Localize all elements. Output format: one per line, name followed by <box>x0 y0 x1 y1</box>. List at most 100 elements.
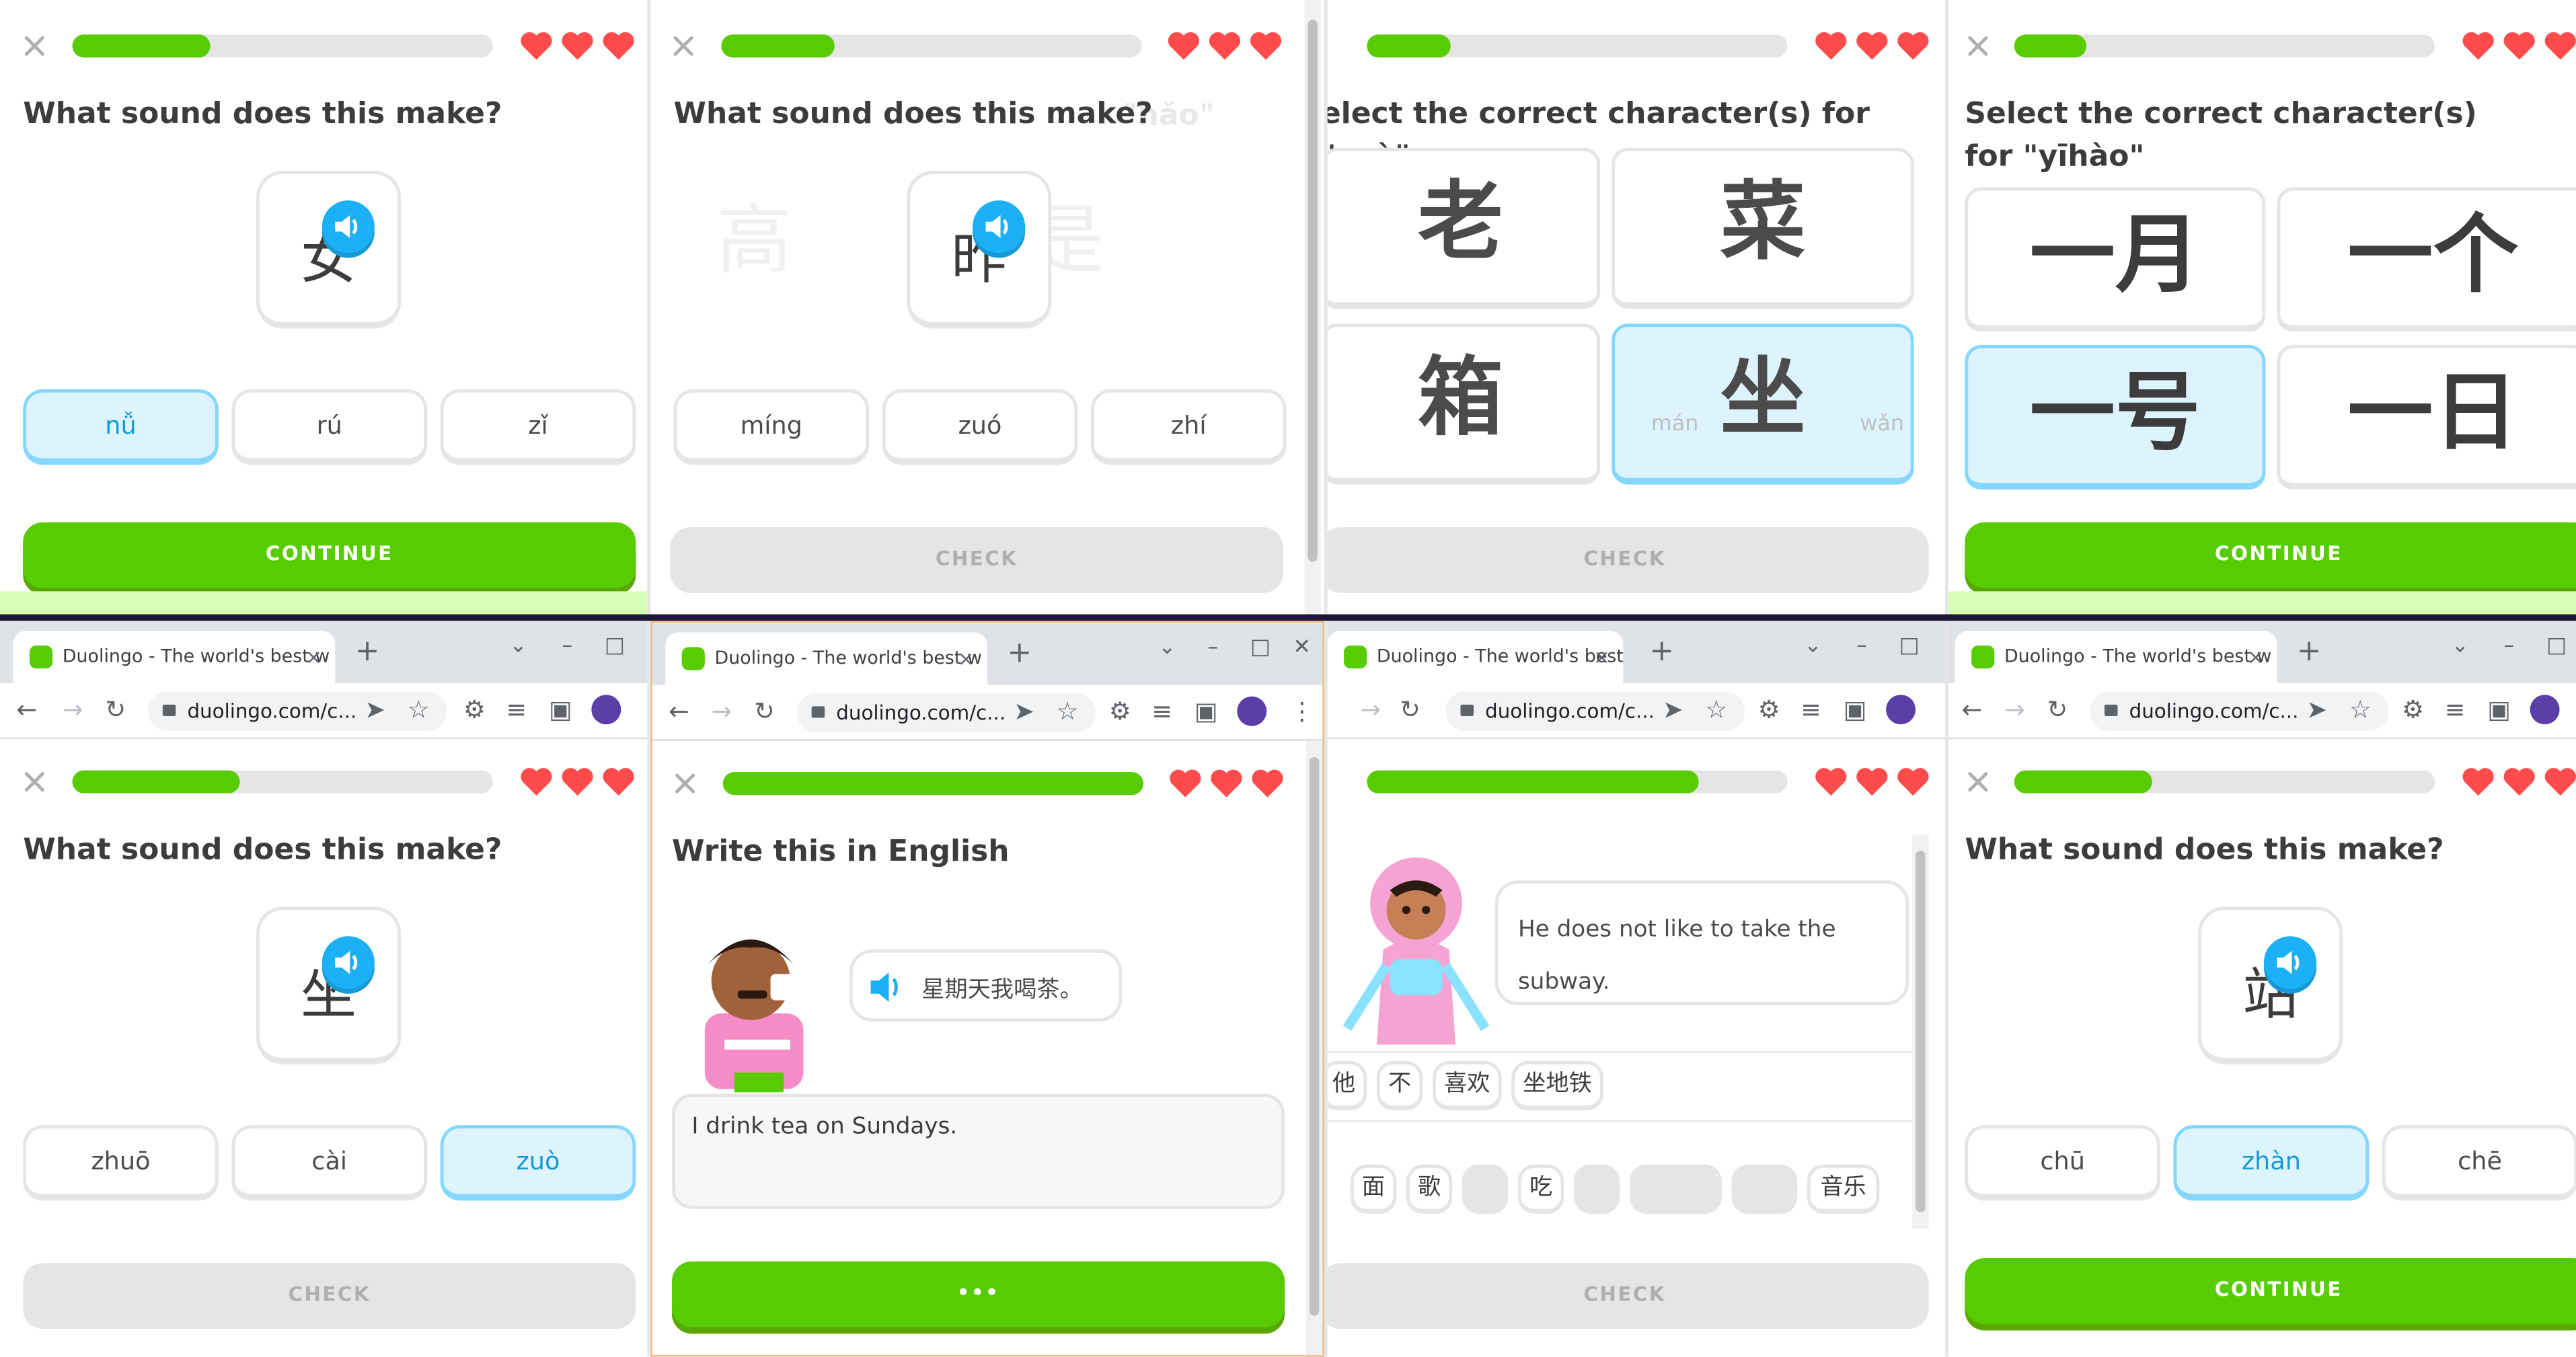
tab-close-icon[interactable]: × <box>1593 631 1610 683</box>
check-button[interactable]: CHECK <box>23 1263 636 1329</box>
reload-icon[interactable]: ↻ <box>105 695 126 724</box>
close-icon[interactable] <box>22 33 48 59</box>
extensions-icon[interactable]: ⚙ <box>1109 697 1131 726</box>
tab-search-icon[interactable]: ⌄ <box>509 634 527 659</box>
character-tile[interactable]: 坐 mán wǎn <box>1612 323 1914 485</box>
minimize-icon[interactable]: – <box>2504 634 2515 659</box>
minimize-icon[interactable]: – <box>562 634 572 659</box>
check-button[interactable]: CHECK <box>1327 527 1929 593</box>
tab-close-icon[interactable]: × <box>305 631 322 683</box>
new-tab-button[interactable]: + <box>355 631 380 674</box>
check-button[interactable]: CHECK <box>1327 1263 1929 1329</box>
new-tab-button[interactable]: + <box>1007 632 1032 675</box>
browser-tab[interactable]: Duolingo - The world's best w × <box>13 630 336 684</box>
browser-tab[interactable]: Duolingo - The world's best w × <box>1955 630 2277 684</box>
option-button[interactable]: chē <box>2382 1125 2576 1201</box>
forward-arrow-icon[interactable]: → <box>1360 695 1381 724</box>
close-icon[interactable] <box>1965 33 1991 59</box>
character-tile[interactable]: 一日 <box>2277 344 2576 490</box>
profile-avatar[interactable] <box>591 695 621 725</box>
menu-icon[interactable]: ⋮ <box>1289 697 1314 726</box>
scrollbar[interactable] <box>1304 0 1321 615</box>
forward-arrow-icon[interactable]: → <box>2004 695 2025 724</box>
character-tile[interactable]: 一个 <box>2277 187 2576 332</box>
character-tile[interactable]: 箱 <box>1327 323 1601 485</box>
character-card[interactable]: 女 <box>256 171 401 329</box>
address-bar[interactable]: duolingo.com/c... <box>147 691 447 731</box>
sidepanel-icon[interactable]: ▣ <box>549 695 572 724</box>
option-button[interactable]: zǐ <box>440 389 636 465</box>
minimize-icon[interactable]: – <box>1207 635 1218 660</box>
speaker-icon[interactable] <box>321 200 375 254</box>
reload-icon[interactable]: ↻ <box>1400 695 1420 724</box>
answer-word-chip[interactable]: 他 <box>1327 1060 1367 1111</box>
tab-search-icon[interactable]: ⌄ <box>1158 635 1176 660</box>
character-tile[interactable]: 老 <box>1327 147 1601 309</box>
character-card[interactable]: 站 <box>2198 906 2343 1064</box>
bookmark-star-icon[interactable]: ☆ <box>408 695 430 724</box>
answer-word-chip[interactable]: 不 <box>1376 1060 1423 1111</box>
profile-avatar[interactable] <box>2530 695 2560 725</box>
reload-icon[interactable]: ↻ <box>754 697 775 726</box>
speaker-icon[interactable] <box>321 936 375 989</box>
bank-word-chip[interactable]: 面 <box>1350 1164 1397 1214</box>
character-tile[interactable]: 一号 <box>1965 344 2266 490</box>
browser-tab[interactable]: Duolingo - The world's best w × <box>1327 630 1624 684</box>
sidepanel-icon[interactable]: ▣ <box>1844 695 1867 724</box>
extensions-icon[interactable]: ⚙ <box>2402 695 2424 724</box>
answer-word-chip[interactable]: 坐地铁 <box>1511 1060 1603 1111</box>
close-window-icon[interactable]: ✕ <box>1293 635 1311 660</box>
extensions-icon[interactable]: ⚙ <box>1758 695 1780 724</box>
option-button[interactable]: zuò <box>440 1125 636 1201</box>
character-tile[interactable]: 菜 <box>1612 147 1914 309</box>
character-card[interactable]: 坐 <box>256 906 401 1064</box>
browser-tab[interactable]: Duolingo - The world's best w × <box>665 632 988 685</box>
back-arrow-icon[interactable]: ← <box>669 697 689 726</box>
sidepanel-icon[interactable]: ▣ <box>1195 697 1218 726</box>
maximize-icon[interactable]: □ <box>2546 634 2567 659</box>
submit-button[interactable]: ••• <box>672 1261 1285 1327</box>
check-button[interactable]: CHECK <box>670 527 1283 593</box>
address-bar[interactable]: duolingo.com/c... <box>1445 691 1745 731</box>
minimize-icon[interactable]: – <box>1856 634 1867 659</box>
option-button[interactable]: zhí <box>1090 389 1287 465</box>
media-icon[interactable]: ≡ <box>1151 697 1172 726</box>
continue-button[interactable]: CONTINUE <box>1965 522 2576 588</box>
forward-arrow-icon[interactable]: → <box>63 695 83 724</box>
bookmark-star-icon[interactable]: ☆ <box>1705 695 1727 724</box>
sidepanel-icon[interactable]: ▣ <box>2487 695 2511 724</box>
tab-close-icon[interactable]: × <box>958 632 975 685</box>
tab-search-icon[interactable]: ⌄ <box>1804 634 1822 659</box>
speaker-icon[interactable] <box>2263 936 2317 989</box>
media-icon[interactable]: ≡ <box>506 695 527 724</box>
tab-search-icon[interactable]: ⌄ <box>2451 634 2469 659</box>
media-icon[interactable]: ≡ <box>2445 695 2466 724</box>
send-icon[interactable]: ➤ <box>1663 695 1683 724</box>
option-button[interactable]: míng <box>673 389 870 465</box>
address-bar[interactable]: duolingo.com/c... <box>796 693 1096 733</box>
character-tile[interactable]: 一月 <box>1965 187 2266 332</box>
bank-word-chip[interactable]: 吃 <box>1517 1164 1564 1214</box>
bookmark-star-icon[interactable]: ☆ <box>2349 695 2372 724</box>
bookmark-star-icon[interactable]: ☆ <box>1057 697 1079 726</box>
continue-button[interactable]: CONTINUE <box>23 522 636 588</box>
send-icon[interactable]: ➤ <box>2306 695 2327 724</box>
tab-close-icon[interactable]: × <box>2247 631 2264 683</box>
profile-avatar[interactable] <box>1237 696 1267 726</box>
option-button[interactable]: zhuō <box>23 1125 219 1201</box>
back-arrow-icon[interactable]: ← <box>16 695 37 724</box>
send-icon[interactable]: ➤ <box>1014 697 1034 726</box>
option-button[interactable]: rú <box>231 389 428 465</box>
option-button[interactable]: cài <box>231 1125 428 1201</box>
close-icon[interactable] <box>22 769 48 795</box>
character-card[interactable]: 昨 <box>907 171 1052 329</box>
extensions-icon[interactable]: ⚙ <box>463 695 486 724</box>
speaker-icon[interactable] <box>973 200 1026 254</box>
maximize-icon[interactable]: □ <box>1899 634 1920 659</box>
scrollbar[interactable] <box>1305 740 1323 1356</box>
maximize-icon[interactable]: □ <box>1250 635 1271 660</box>
forward-arrow-icon[interactable]: → <box>712 697 732 726</box>
send-icon[interactable]: ➤ <box>365 695 385 724</box>
option-button[interactable]: chū <box>1965 1125 2161 1201</box>
bank-word-chip[interactable]: 音乐 <box>1807 1164 1880 1214</box>
